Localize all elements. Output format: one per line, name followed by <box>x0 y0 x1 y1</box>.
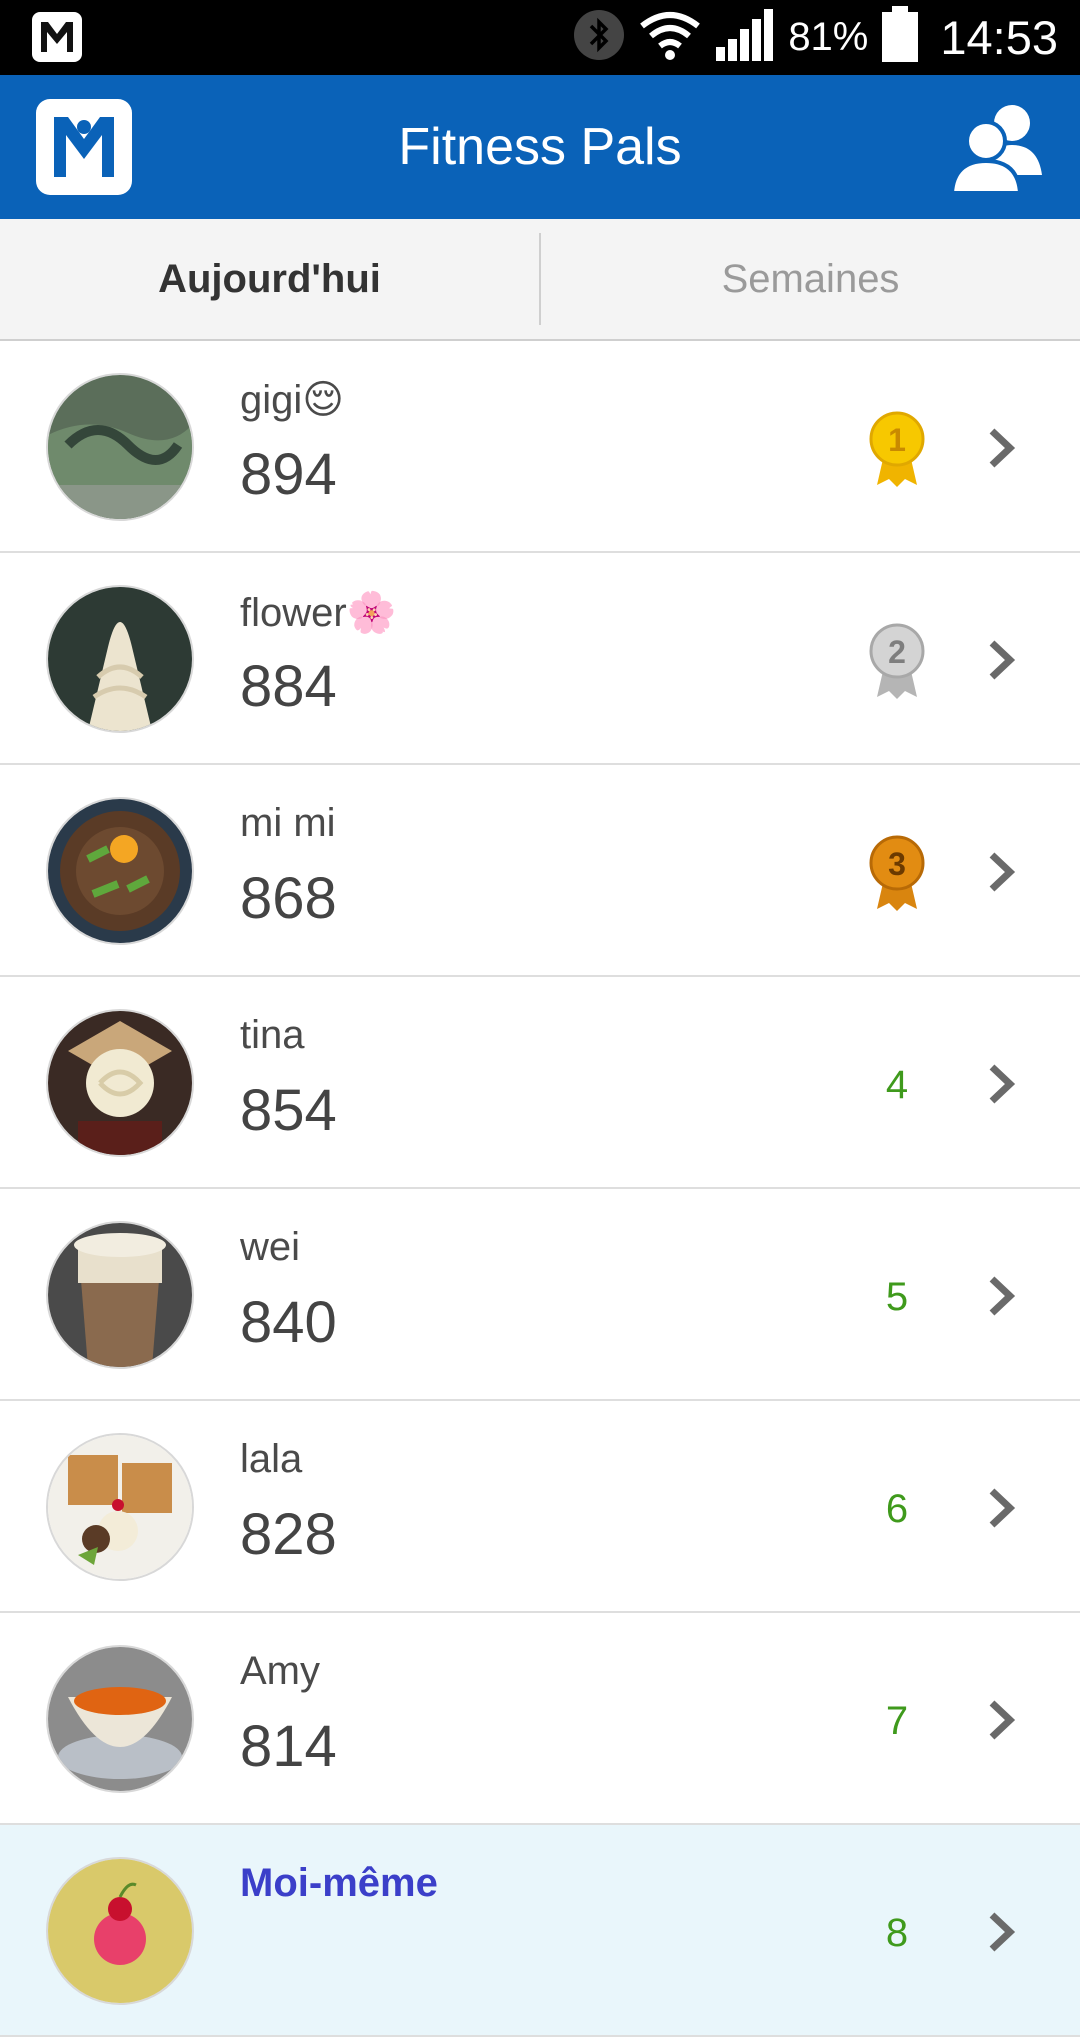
user-name: lala <box>240 1437 303 1481</box>
avatar <box>46 1009 194 1157</box>
app-title: Fitness Pals <box>398 118 682 176</box>
user-score: 854 <box>240 1078 337 1143</box>
ranking-row[interactable]: flower🌸 884 2 <box>0 553 1080 765</box>
chevron-right-icon <box>989 1064 1016 1104</box>
avatar <box>46 1857 194 2005</box>
svg-text:2: 2 <box>888 634 906 670</box>
app-notification-icon <box>32 12 82 62</box>
svg-text:3: 3 <box>888 846 906 882</box>
tab-weeks[interactable]: Semaines <box>541 219 1080 339</box>
clock: 14:53 <box>940 11 1058 64</box>
app-logo-icon[interactable] <box>36 99 132 195</box>
user-score: 894 <box>240 442 337 507</box>
rank-number: 8 <box>885 1910 909 1955</box>
rank-number: 5 <box>885 1274 909 1319</box>
avatar <box>46 585 194 733</box>
chevron-right-icon <box>989 428 1016 468</box>
bronze-medal-icon: 3 <box>867 833 927 913</box>
status-bar: 81% 14:53 <box>0 0 1080 75</box>
avatar <box>46 797 194 945</box>
signal-icon <box>714 7 776 68</box>
period-tabs: Aujourd'hui Semaines <box>0 219 1080 341</box>
chevron-right-icon <box>989 1276 1016 1316</box>
user-score: 814 <box>240 1714 337 1779</box>
user-name: tina <box>240 1013 305 1057</box>
avatar <box>46 1645 194 1793</box>
user-name: flower🌸 <box>240 591 397 635</box>
gold-medal-icon: 1 <box>867 409 927 489</box>
chevron-right-icon <box>989 640 1016 680</box>
chevron-right-icon <box>989 1488 1016 1528</box>
avatar <box>46 373 194 521</box>
user-name: mi mi <box>240 801 336 845</box>
tab-today[interactable]: Aujourd'hui <box>0 219 539 339</box>
user-name: gigi😌 <box>240 378 344 422</box>
ranking-row[interactable]: wei 840 5 <box>0 1189 1080 1401</box>
chevron-right-icon <box>989 1700 1016 1740</box>
ranking-row[interactable]: lala 828 6 <box>0 1401 1080 1613</box>
bluetooth-icon <box>572 8 626 67</box>
svg-text:1: 1 <box>888 422 906 458</box>
user-score: 884 <box>240 654 337 719</box>
chevron-right-icon <box>989 1912 1016 1952</box>
user-name: Amy <box>240 1649 320 1693</box>
user-name: Moi-même <box>240 1861 438 1905</box>
avatar <box>46 1433 194 1581</box>
rank-number: 6 <box>885 1486 909 1531</box>
battery-percent: 81% <box>788 15 869 59</box>
user-score: 828 <box>240 1502 337 1567</box>
user-name: wei <box>240 1225 301 1269</box>
ranking-row[interactable]: tina 854 4 <box>0 977 1080 1189</box>
ranking-row[interactable]: Amy 814 7 <box>0 1613 1080 1825</box>
emoji: 🌸 <box>346 591 397 635</box>
chevron-right-icon <box>989 852 1016 892</box>
rank-number: 7 <box>885 1698 909 1743</box>
rank-number: 4 <box>885 1062 909 1107</box>
silver-medal-icon: 2 <box>867 621 927 701</box>
battery-icon <box>880 6 920 69</box>
app-bar: Fitness Pals <box>0 75 1080 219</box>
self-ranking-row[interactable]: Moi-même 8 <box>0 1825 1080 2037</box>
user-score: 868 <box>240 866 337 931</box>
avatar <box>46 1221 194 1369</box>
wifi-icon <box>638 8 702 67</box>
ranking-row[interactable]: mi mi 868 3 <box>0 765 1080 977</box>
ranking-row[interactable]: gigi😌 894 1 <box>0 341 1080 553</box>
emoji: 😌 <box>302 378 344 422</box>
user-score: 840 <box>240 1290 337 1355</box>
ranking-list: gigi😌 894 1 flower🌸 884 2 mi mi 868 3 ti… <box>0 341 1080 2037</box>
friends-icon[interactable] <box>946 97 1050 197</box>
